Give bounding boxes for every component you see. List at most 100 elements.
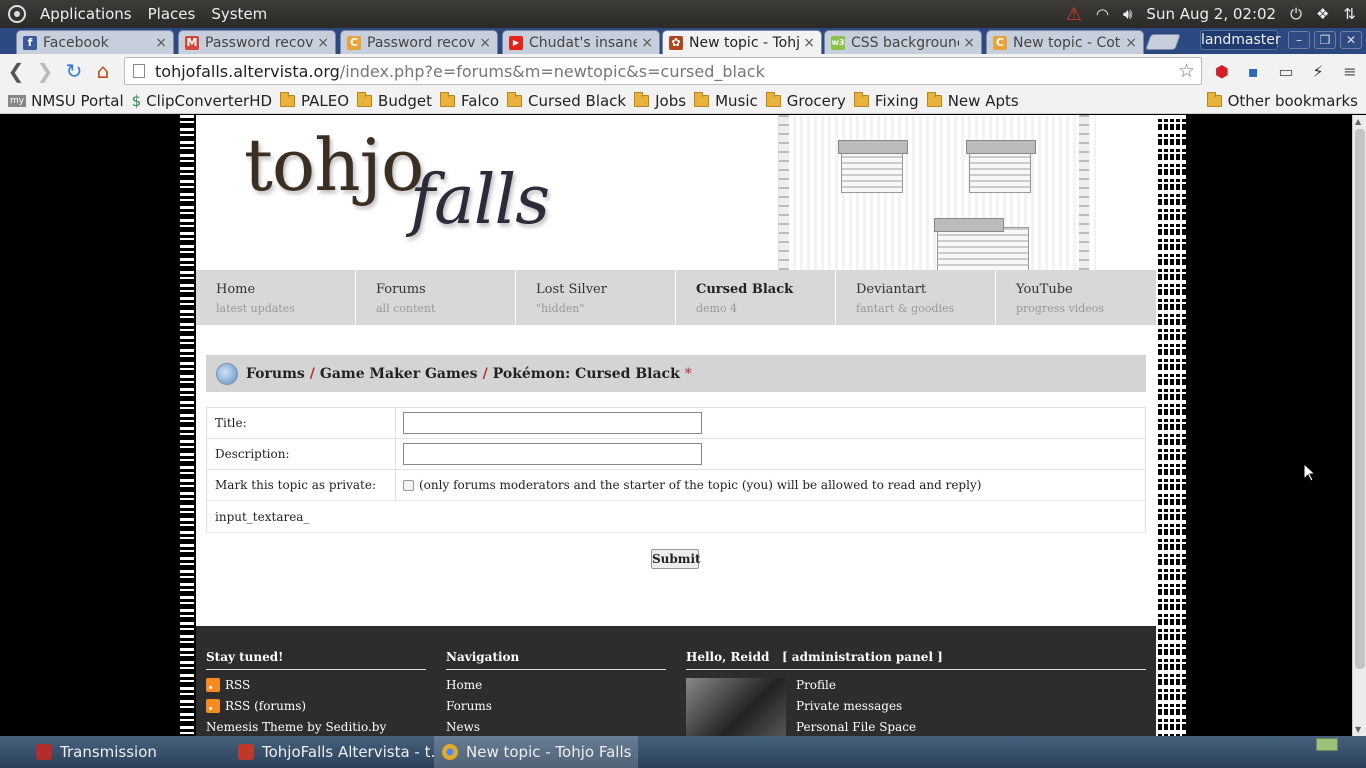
title-input[interactable] (403, 412, 702, 434)
back-button[interactable]: ❮ (3, 58, 29, 84)
profile-button[interactable]: landmaster (1200, 30, 1281, 50)
house-sprite (934, 218, 1029, 270)
task-filezilla[interactable]: TohjoFalls Altervista - t... (230, 736, 434, 768)
footer-news-link[interactable]: News (446, 720, 666, 734)
tab-label: Chudat's insane (529, 34, 638, 51)
profile-link[interactable]: Profile (796, 678, 1146, 692)
network-icon[interactable]: ⇅ (1343, 5, 1356, 23)
close-tab-icon[interactable]: × (641, 35, 653, 51)
page-scrollbar[interactable]: ▲ ▼ (1352, 115, 1366, 736)
breadcrumb-game-maker-games[interactable]: Game Maker Games (320, 366, 478, 382)
task-transmission[interactable]: Transmission (0, 736, 230, 768)
bookmark-folder-jobs[interactable]: Jobs (634, 91, 687, 110)
tab-new-topic-cote[interactable]: C New topic - Cote × (986, 30, 1144, 54)
footer-forums-link[interactable]: Forums (446, 699, 666, 713)
close-tab-icon[interactable]: × (803, 35, 815, 51)
tab-css-backgrounds[interactable]: w3 CSS backgrounc × (824, 30, 982, 54)
dropbox-icon[interactable]: ❖ (1316, 5, 1329, 23)
bookmark-label: Jobs (655, 91, 687, 110)
submit-button[interactable]: Submit (651, 549, 701, 569)
bookmark-star-icon[interactable]: ☆ (1178, 60, 1195, 82)
maximize-button[interactable]: ❐ (1314, 31, 1336, 49)
close-tab-icon[interactable]: × (317, 35, 329, 51)
bookmark-folder-cursed-black[interactable]: Cursed Black (507, 91, 626, 110)
tab-gmail[interactable]: M Password recov × (178, 30, 336, 54)
bookmark-nmsu-portal[interactable]: my NMSU Portal (8, 92, 124, 110)
footer-home-link[interactable]: Home (446, 678, 666, 692)
ubuntu-logo-icon[interactable] (8, 5, 26, 23)
clock[interactable]: Sun Aug 2, 02:02 (1146, 5, 1276, 23)
site-header: tohjo falls (196, 115, 1156, 270)
nav-deviantart[interactable]: Deviantart fantart & goodies (836, 270, 996, 325)
close-tab-icon[interactable]: × (1125, 35, 1137, 51)
new-topic-marker: * (684, 365, 692, 382)
rss-link[interactable]: RSS (206, 678, 426, 692)
close-tab-icon[interactable]: × (155, 35, 167, 51)
nav-youtube[interactable]: YouTube progress videos (996, 270, 1156, 325)
bookmark-folder-grocery[interactable]: Grocery (765, 91, 846, 110)
extension-icon[interactable]: ▪ (1243, 62, 1263, 82)
cast-icon[interactable]: ▭ (1276, 62, 1296, 82)
textarea-placeholder[interactable]: input_textarea_ (207, 501, 607, 532)
bookmark-folder-new-apts[interactable]: New Apts (926, 91, 1019, 110)
reload-button[interactable]: ↻ (61, 58, 87, 84)
nav-home[interactable]: Home latest updates (196, 270, 356, 325)
new-tab-button[interactable] (1145, 34, 1181, 50)
bookmark-folder-paleo[interactable]: PALEO (280, 91, 349, 110)
user-avatar[interactable] (686, 678, 786, 736)
breadcrumb-cursed-black[interactable]: Pokémon: Cursed Black (493, 366, 680, 382)
bookmark-clipconverter[interactable]: $ ClipConverterHD (132, 92, 272, 110)
rss-icon (206, 699, 220, 713)
private-checkbox[interactable] (403, 479, 414, 491)
admin-panel-link[interactable]: [ administration panel ] (782, 650, 943, 664)
bookmark-folder-music[interactable]: Music (694, 91, 758, 110)
nav-forums[interactable]: Forums all content (356, 270, 516, 325)
lightning-icon[interactable]: ⚡ (1308, 62, 1328, 82)
nav-cursed-black[interactable]: Cursed Black demo 4 (676, 270, 836, 325)
volume-icon[interactable]: 🔊︎ (1123, 5, 1132, 23)
folder-icon (280, 91, 296, 107)
page-viewport: tohjo falls Home latest updates Forums a… (0, 115, 1352, 736)
adblock-icon[interactable]: ⬢ (1212, 62, 1232, 82)
folder-icon (507, 91, 523, 107)
close-window-button[interactable]: ✕ (1340, 31, 1362, 49)
address-bar[interactable]: tohjofalls.altervista.org/index.php?e=fo… (124, 57, 1202, 85)
places-menu[interactable]: Places (140, 5, 204, 23)
wifi-icon[interactable]: ◠ (1096, 5, 1109, 23)
close-tab-icon[interactable]: × (479, 35, 491, 51)
mouse-cursor-icon (1303, 462, 1317, 486)
bookmark-folder-budget[interactable]: Budget (357, 91, 432, 110)
minimize-button[interactable]: – (1288, 31, 1310, 49)
menu-icon[interactable]: ≡ (1340, 62, 1360, 82)
scroll-up-icon[interactable]: ▲ (1355, 117, 1361, 126)
home-button[interactable]: ⌂ (90, 58, 116, 84)
tab-password-recovery[interactable]: C Password recov × (340, 30, 498, 54)
tab-label: Password recov (367, 34, 476, 51)
bookmark-folder-fixing[interactable]: Fixing (853, 91, 919, 110)
breadcrumb-forums[interactable]: Forums (246, 366, 305, 382)
task-label: New topic - Tohjo Falls ... (466, 743, 638, 761)
description-input[interactable] (403, 443, 702, 465)
tab-youtube[interactable]: ▶ Chudat's insane × (502, 30, 660, 54)
rss-forums-link[interactable]: RSS (forums) (206, 699, 426, 713)
tab-facebook[interactable]: f Facebook × (16, 30, 174, 54)
workspace-switcher[interactable] (1316, 738, 1338, 751)
power-icon[interactable]: ⏻ (1290, 5, 1302, 23)
scroll-down-icon[interactable]: ▼ (1355, 725, 1361, 734)
nav-lost-silver[interactable]: Lost Silver "hidden" (516, 270, 676, 325)
applications-menu[interactable]: Applications (32, 5, 140, 23)
private-messages-link[interactable]: Private messages (796, 699, 1146, 713)
other-bookmarks-folder[interactable]: Other bookmarks (1206, 91, 1358, 110)
site-logo[interactable]: tohjo falls (244, 123, 550, 240)
warning-icon[interactable]: ⚠ (1066, 4, 1082, 25)
bookmark-folder-falco[interactable]: Falco (440, 91, 499, 110)
system-menu[interactable]: System (203, 5, 275, 23)
forward-button[interactable]: ❯ (32, 58, 58, 84)
footer-heading: Stay tuned! (206, 650, 426, 670)
tab-new-topic-tohjo[interactable]: ✿ New topic - Tohj × (662, 30, 822, 55)
task-chrome[interactable]: New topic - Tohjo Falls ... (434, 736, 638, 768)
close-tab-icon[interactable]: × (963, 35, 975, 51)
theme-credit[interactable]: Nemesis Theme by Seditio.by (206, 720, 426, 734)
scrollbar-thumb[interactable] (1355, 129, 1365, 669)
file-space-link[interactable]: Personal File Space (796, 720, 1146, 734)
